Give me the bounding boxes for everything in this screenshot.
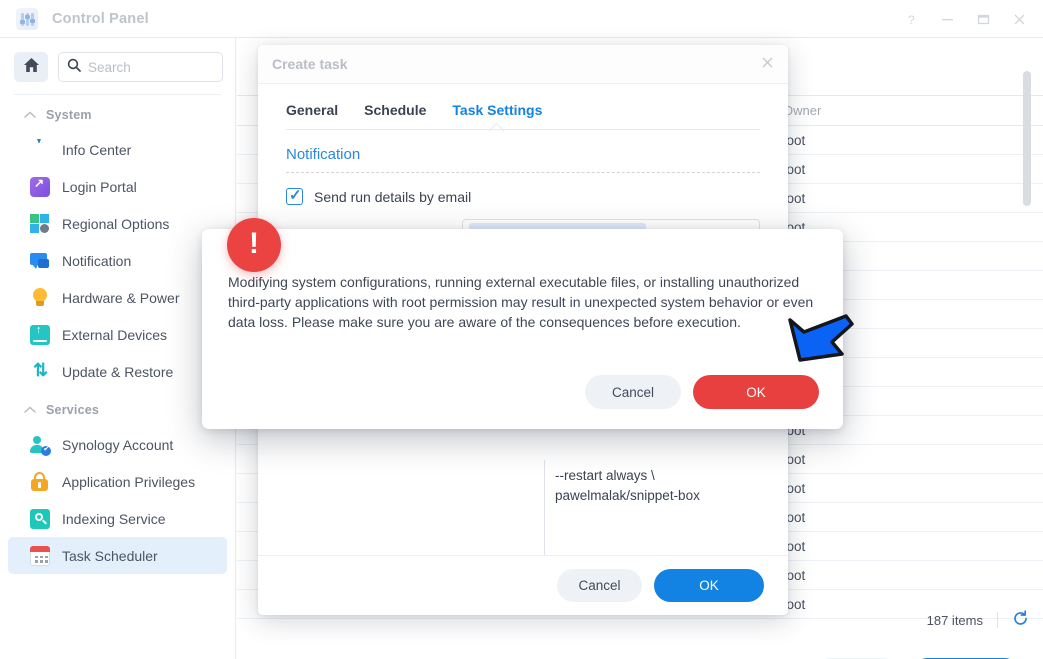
sidebar-item-label: External Devices xyxy=(62,326,168,343)
home-icon xyxy=(23,57,40,78)
alert-cancel-button[interactable]: Cancel xyxy=(585,375,681,409)
application-privileges-icon xyxy=(30,471,50,492)
svg-text:?: ? xyxy=(908,13,915,26)
task-scheduler-icon xyxy=(30,545,50,566)
cell-owner: root xyxy=(782,451,806,467)
dialog-title-bar: Create task xyxy=(258,45,788,84)
home-button[interactable] xyxy=(14,52,48,82)
notification-icon xyxy=(30,251,50,271)
sidebar-item-synology-account[interactable]: Synology Account xyxy=(8,426,227,463)
item-count-label: 187 items xyxy=(926,612,983,628)
sidebar-item-indexing-service[interactable]: Indexing Service xyxy=(8,500,227,537)
window-title-bar: Control Panel ? xyxy=(0,0,1043,38)
sidebar-item-update-restore[interactable]: Update & Restore xyxy=(8,353,227,390)
table-header-cell-owner[interactable]: Owner xyxy=(771,95,891,126)
sidebar-item-label: Synology Account xyxy=(62,436,174,453)
dialog-cancel-button[interactable]: Cancel xyxy=(557,569,642,602)
dialog-ok-button[interactable]: OK xyxy=(654,569,764,602)
close-icon[interactable] xyxy=(1003,3,1035,35)
send-email-label: Send run details by email xyxy=(314,188,472,205)
sidebar-item-label: Task Scheduler xyxy=(62,547,158,564)
cell-owner: root xyxy=(782,480,806,496)
tab-general[interactable]: General xyxy=(286,102,338,130)
table-vertical-scrollbar[interactable] xyxy=(1023,71,1031,206)
sidebar: System Info Center Login Portal Regional… xyxy=(0,38,236,659)
maximize-icon[interactable] xyxy=(967,3,999,35)
help-icon[interactable]: ? xyxy=(895,3,927,35)
sidebar-item-label: Login Portal xyxy=(62,178,137,195)
control-panel-icon xyxy=(16,7,38,30)
hardware-power-icon xyxy=(30,287,50,308)
tabs-underline xyxy=(286,129,760,130)
sidebar-item-label: Hardware & Power xyxy=(62,289,180,306)
cell-owner: root xyxy=(782,567,806,583)
sidebar-item-hardware-power[interactable]: Hardware & Power xyxy=(8,279,227,316)
sidebar-item-label: Notification xyxy=(62,252,132,269)
sidebar-item-label: Indexing Service xyxy=(62,510,166,527)
dialog-title: Create task xyxy=(272,56,348,72)
sidebar-group-system[interactable]: System xyxy=(0,95,235,131)
sidebar-item-info-center[interactable]: Info Center xyxy=(8,131,227,168)
chevron-up-icon xyxy=(24,110,36,121)
dialog-tabs: General Schedule Task Settings xyxy=(258,84,788,139)
login-portal-icon xyxy=(30,176,50,197)
window-title: Control Panel xyxy=(52,10,149,27)
synology-account-icon xyxy=(30,435,51,456)
refresh-icon[interactable] xyxy=(1012,610,1029,630)
alert-message: Modifying system configurations, running… xyxy=(228,274,814,330)
sidebar-group-services[interactable]: Services xyxy=(0,390,235,426)
close-icon[interactable] xyxy=(761,56,774,73)
warning-alert-dialog: ! Modifying system configurations, runni… xyxy=(202,218,843,429)
sidebar-item-task-scheduler[interactable]: Task Scheduler xyxy=(8,537,227,574)
sidebar-item-label: Regional Options xyxy=(62,215,170,232)
info-center-icon xyxy=(30,140,50,160)
footer-separator xyxy=(997,612,998,628)
run-command-textarea[interactable]: --restart always \ pawelmalak/snippet-bo… xyxy=(544,460,788,565)
chevron-up-icon xyxy=(24,405,36,416)
sidebar-top-bar xyxy=(0,38,235,92)
cell-owner: root xyxy=(782,538,806,554)
dialog-footer: Cancel OK xyxy=(258,555,788,615)
send-email-checkbox-row: Send run details by email xyxy=(258,173,788,205)
sidebar-item-notification[interactable]: Notification xyxy=(8,242,227,279)
search-icon xyxy=(67,58,81,77)
sidebar-item-label: Application Privileges xyxy=(62,473,196,490)
exclamation-icon: ! xyxy=(227,218,281,272)
search-input[interactable] xyxy=(88,59,214,75)
cell-owner: root xyxy=(782,132,806,148)
search-box[interactable] xyxy=(58,52,223,82)
cell-owner: root xyxy=(782,509,806,525)
control-panel-window: Control Panel ? Search System Info Cente… xyxy=(0,0,1043,659)
sidebar-item-application-privileges[interactable]: Application Privileges xyxy=(8,463,227,500)
sidebar-item-external-devices[interactable]: External Devices xyxy=(8,316,227,353)
sidebar-item-login-portal[interactable]: Login Portal xyxy=(8,168,227,205)
notification-section-title: Notification xyxy=(286,146,361,163)
sidebar-group-label: Services xyxy=(46,403,100,417)
sidebar-group-label: System xyxy=(46,108,92,122)
sidebar-item-label: Update & Restore xyxy=(62,363,174,380)
external-devices-icon xyxy=(30,324,50,345)
tab-task-settings[interactable]: Task Settings xyxy=(452,102,542,139)
update-restore-icon xyxy=(30,360,50,382)
cell-owner: root xyxy=(782,190,806,206)
window-controls: ? xyxy=(895,0,1035,38)
cell-owner: root xyxy=(782,161,806,177)
indexing-service-icon xyxy=(30,508,50,529)
tab-schedule[interactable]: Schedule xyxy=(364,102,426,130)
minimize-icon[interactable] xyxy=(931,3,963,35)
sidebar-item-regional-options[interactable]: Regional Options xyxy=(8,205,227,242)
blue-arrow-pointer xyxy=(780,312,856,384)
send-email-checkbox[interactable] xyxy=(286,186,303,205)
regional-options-icon xyxy=(30,213,50,234)
sidebar-item-label: Info Center xyxy=(62,141,132,158)
